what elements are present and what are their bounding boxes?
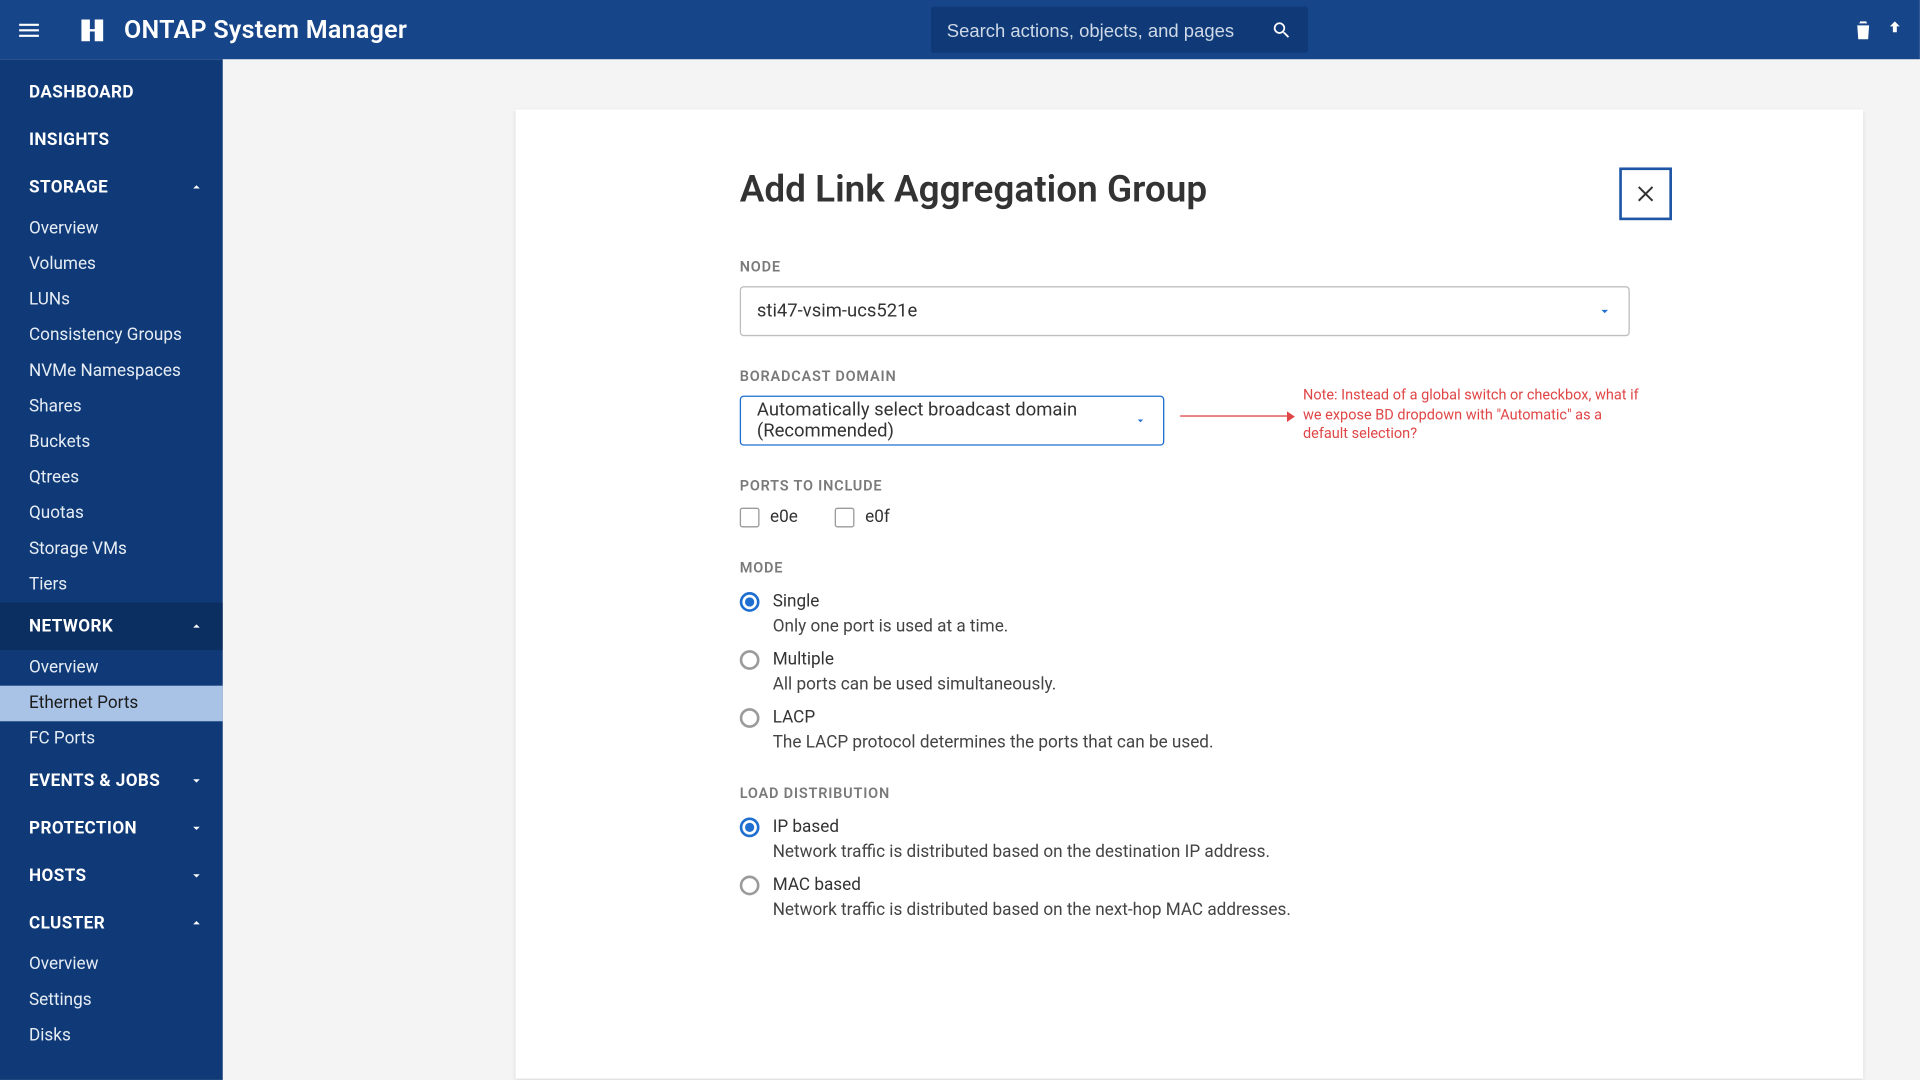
mode-option-lacp[interactable]: LACP The LACP protocol determines the po… (740, 708, 1639, 753)
radio-icon (740, 650, 760, 670)
load-option-label: IP based (773, 818, 839, 838)
load-option-ip[interactable]: IP based Network traffic is distributed … (740, 818, 1639, 863)
mode-option-desc: All ports can be used simultaneously. (773, 675, 1639, 695)
sidebar-item-storage[interactable]: STORAGE (0, 164, 223, 211)
mode-option-label: Single (773, 592, 820, 612)
search-input[interactable] (947, 19, 1271, 40)
sidebar-item-network[interactable]: NETWORK (0, 603, 223, 650)
upload-icon[interactable] (1883, 18, 1907, 42)
sidebar-item-storage-vms[interactable]: Storage VMs (0, 531, 223, 567)
sidebar-item-quotas[interactable]: Quotas (0, 496, 223, 532)
mode-option-desc: Only one port is used at a time. (773, 617, 1639, 637)
annotation-arrow-icon (1180, 415, 1288, 416)
app-title: ONTAP System Manager (124, 15, 407, 45)
sidebar-item-network-overview[interactable]: Overview (0, 650, 223, 686)
port-checkbox-e0f[interactable]: e0f (835, 508, 890, 528)
sidebar-item-tiers[interactable]: Tiers (0, 567, 223, 603)
port-label: e0e (770, 508, 798, 528)
sidebar-item-cluster-disks[interactable]: Disks (0, 1018, 223, 1054)
node-select-value: sti47-vsim-ucs521e (757, 301, 917, 322)
mode-label: MODE (740, 559, 1639, 576)
checkbox-icon (835, 508, 855, 528)
chevron-down-icon (189, 773, 205, 789)
sidebar-item-consistency-groups[interactable]: Consistency Groups (0, 318, 223, 354)
broadcast-domain-label: BORADCAST DOMAIN (740, 368, 1639, 385)
sidebar-item-luns[interactable]: LUNs (0, 282, 223, 318)
sidebar-item-buckets[interactable]: Buckets (0, 425, 223, 461)
menu-button[interactable] (0, 0, 58, 59)
load-distribution-label: LOAD DISTRIBUTION (740, 785, 1639, 802)
sidebar-item-events-jobs[interactable]: EVENTS & JOBS (0, 757, 223, 804)
page-content: Add Link Aggregation Group NODE sti47-vs… (223, 59, 1920, 1080)
chevron-down-icon (1597, 303, 1613, 319)
sidebar-item-storage-overview[interactable]: Overview (0, 211, 223, 247)
load-option-label: MAC based (773, 876, 861, 896)
annotation-note: Note: Instead of a global switch or chec… (1303, 386, 1639, 445)
sidebar-item-ethernet-ports[interactable]: Ethernet Ports (0, 686, 223, 722)
chevron-down-icon (1134, 413, 1147, 429)
global-search[interactable] (931, 7, 1308, 53)
sidebar-item-cluster-overview[interactable]: Overview (0, 947, 223, 983)
sidebar-item-volumes[interactable]: Volumes (0, 247, 223, 283)
sidebar-item-shares[interactable]: Shares (0, 389, 223, 425)
radio-icon (740, 818, 760, 838)
load-radio-group: IP based Network traffic is distributed … (740, 818, 1639, 921)
mode-option-multiple[interactable]: Multiple All ports can be used simultane… (740, 650, 1639, 695)
mode-option-label: Multiple (773, 650, 834, 670)
sidebar-item-dashboard[interactable]: DASHBOARD (0, 69, 223, 116)
delete-icon[interactable] (1851, 18, 1875, 42)
sidebar-item-protection[interactable]: PROTECTION (0, 804, 223, 851)
close-icon (1634, 182, 1658, 206)
sidebar-item-nvme-namespaces[interactable]: NVMe Namespaces (0, 353, 223, 389)
chevron-up-icon (189, 915, 205, 931)
port-label: e0f (865, 508, 890, 528)
checkbox-icon (740, 508, 760, 528)
sidebar-item-insights[interactable]: INSIGHTS (0, 116, 223, 163)
mode-option-single[interactable]: Single Only one port is used at a time. (740, 592, 1639, 637)
top-bar: ONTAP System Manager (0, 0, 1920, 59)
mode-radio-group: Single Only one port is used at a time. … (740, 592, 1639, 753)
ports-label: PORTS TO INCLUDE (740, 477, 1639, 494)
load-option-desc: Network traffic is distributed based on … (773, 843, 1639, 863)
load-option-desc: Network traffic is distributed based on … (773, 901, 1639, 921)
sidebar: DASHBOARD INSIGHTS STORAGE Overview Volu… (0, 59, 223, 1080)
sidebar-item-cluster[interactable]: CLUSTER (0, 899, 223, 946)
search-icon (1271, 19, 1292, 40)
brand-logo (74, 11, 111, 48)
node-select[interactable]: sti47-vsim-ucs521e (740, 286, 1630, 336)
radio-icon (740, 876, 760, 896)
broadcast-domain-select[interactable]: Automatically select broadcast domain (R… (740, 396, 1164, 446)
port-checkbox-e0e[interactable]: e0e (740, 508, 798, 528)
hamburger-icon (16, 16, 42, 42)
top-right-actions (1851, 0, 1906, 59)
chevron-up-icon (189, 618, 205, 634)
radio-icon (740, 708, 760, 728)
sidebar-item-hosts[interactable]: HOSTS (0, 852, 223, 899)
load-option-mac[interactable]: MAC based Network traffic is distributed… (740, 876, 1639, 921)
chevron-down-icon (189, 868, 205, 884)
broadcast-domain-value: Automatically select broadcast domain (R… (757, 400, 1134, 442)
node-label: NODE (740, 258, 1639, 275)
sidebar-item-qtrees[interactable]: Qtrees (0, 460, 223, 496)
add-lag-panel: Add Link Aggregation Group NODE sti47-vs… (516, 109, 1864, 1078)
close-button[interactable] (1619, 167, 1672, 220)
sidebar-item-fc-ports[interactable]: FC Ports (0, 721, 223, 757)
panel-title: Add Link Aggregation Group (740, 167, 1639, 211)
mode-option-label: LACP (773, 708, 815, 728)
radio-icon (740, 592, 760, 612)
chevron-down-icon (189, 820, 205, 836)
netapp-logo-icon (78, 15, 107, 44)
sidebar-item-cluster-settings[interactable]: Settings (0, 982, 223, 1018)
mode-option-desc: The LACP protocol determines the ports t… (773, 733, 1639, 753)
chevron-up-icon (189, 179, 205, 195)
